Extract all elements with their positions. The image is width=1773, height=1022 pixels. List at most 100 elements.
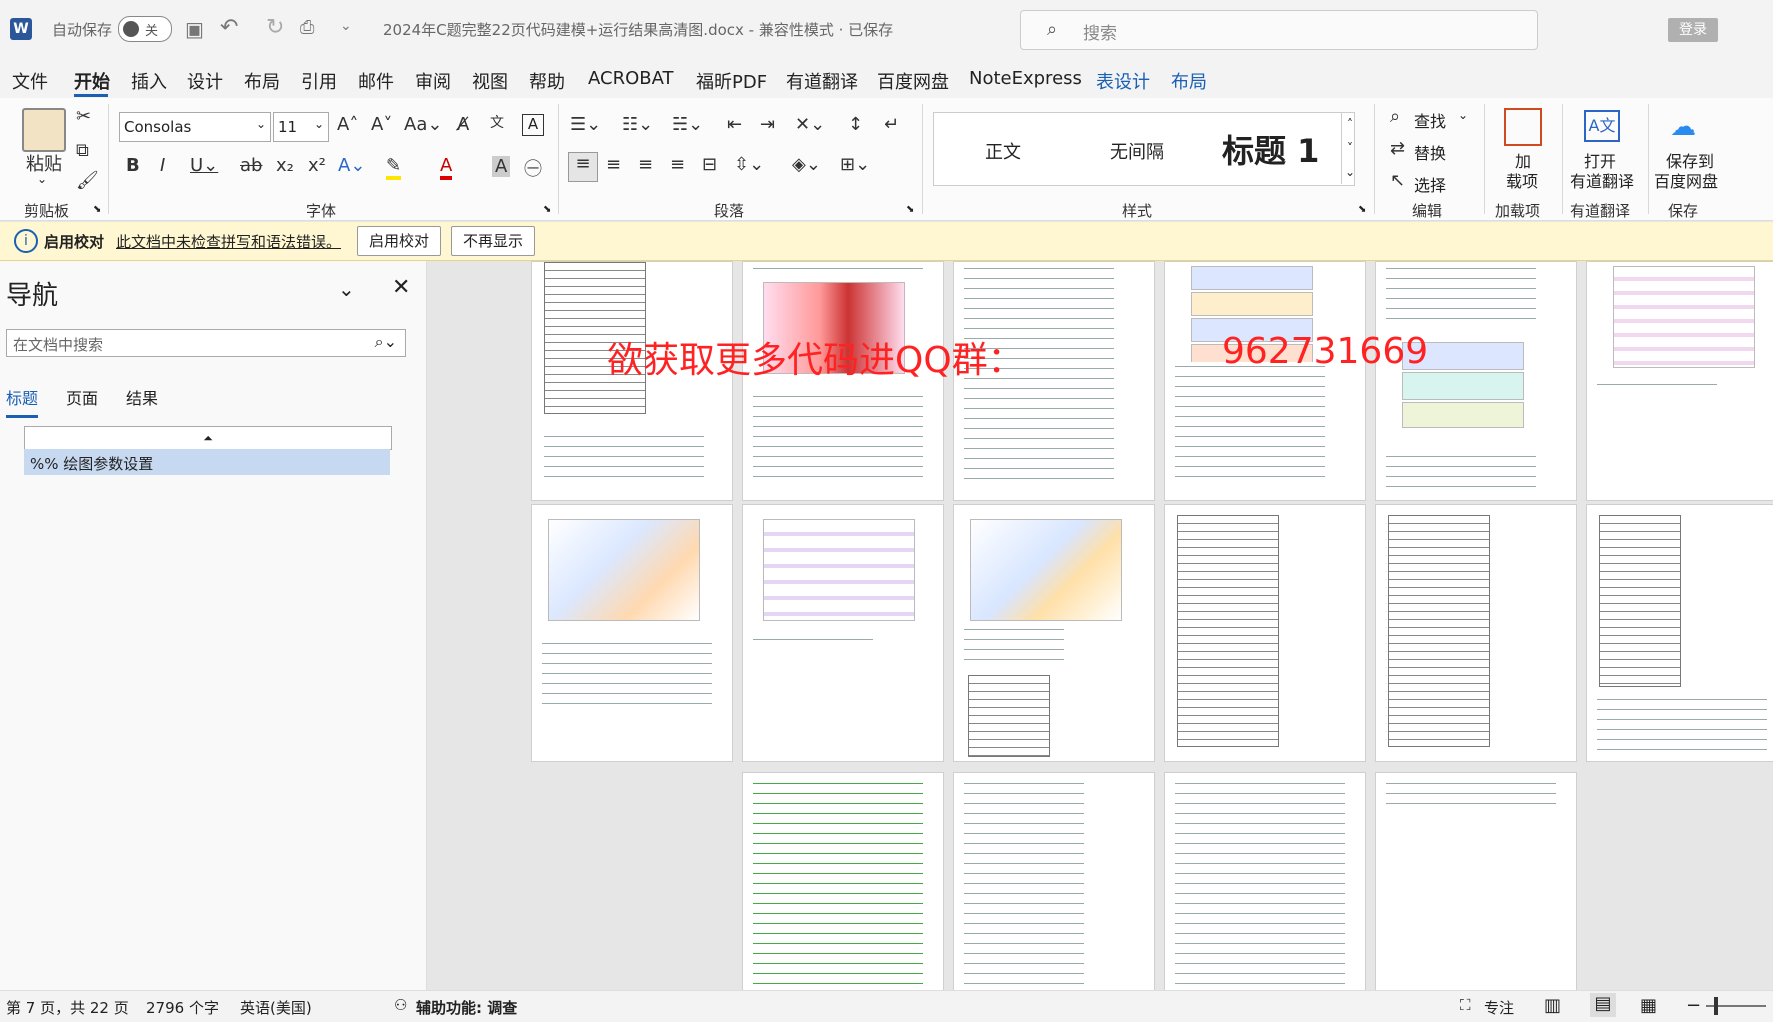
align-center-icon[interactable]: ≡ (606, 154, 621, 175)
bold-icon[interactable]: B (126, 155, 140, 176)
style-heading-1[interactable]: 标题 1 (1222, 126, 1319, 172)
grow-font-icon[interactable]: A˄ (337, 114, 358, 135)
select-icon[interactable]: ↖ (1390, 170, 1405, 191)
replace-icon[interactable]: ⇄ (1390, 138, 1405, 159)
page-thumbnail[interactable] (1586, 261, 1773, 501)
nav-options-icon[interactable]: ⌄ (338, 277, 355, 301)
find-button[interactable]: 查找 (1414, 108, 1446, 132)
copy-icon[interactable]: ⧉ (76, 140, 89, 161)
tab-references[interactable]: 引用 (301, 68, 337, 94)
nav-search-icon[interactable]: ⌕⌄ (375, 332, 397, 352)
print-layout-icon[interactable]: ▤ (1590, 993, 1616, 1017)
tab-baidu[interactable]: 百度网盘 (877, 68, 949, 94)
page-thumbnail[interactable] (953, 772, 1155, 992)
addins-icon[interactable] (1504, 108, 1542, 146)
page-thumbnail[interactable] (1375, 772, 1577, 992)
tab-table-layout[interactable]: 布局 (1171, 68, 1207, 94)
zoom-slider-thumb[interactable] (1714, 997, 1718, 1015)
zoom-out-icon[interactable]: − (1686, 995, 1701, 1016)
align-right-icon[interactable]: ≡ (638, 154, 653, 175)
close-icon[interactable]: ✕ (392, 275, 410, 300)
show-marks-icon[interactable]: ↵ (884, 114, 899, 135)
char-shading-icon[interactable]: A (492, 156, 511, 177)
baidu-netdisk-icon[interactable]: ☁ (1670, 112, 1696, 142)
chinese-layout-icon[interactable]: ✕⌄ (795, 114, 825, 135)
tab-view[interactable]: 视图 (472, 68, 508, 94)
find-icon[interactable]: ⌕ (1390, 106, 1400, 127)
cut-icon[interactable]: ✂ (76, 106, 91, 127)
bullets-icon[interactable]: ☰⌄ (570, 114, 601, 135)
style-normal[interactable]: 正文 (985, 138, 1021, 164)
increase-indent-icon[interactable]: ⇥ (760, 114, 775, 135)
autosave-toggle[interactable]: 关 (118, 16, 172, 42)
font-launcher-icon[interactable]: ⬊ (543, 204, 551, 215)
undo-icon[interactable]: ↶ (220, 15, 238, 40)
login-button[interactable]: 登录 (1668, 18, 1718, 42)
tab-file[interactable]: 文件 (12, 68, 48, 94)
info-message-link[interactable]: 此文档中未检查拼写和语法错误。 (116, 231, 341, 252)
web-layout-icon[interactable]: ▦ (1640, 995, 1657, 1016)
customize-icon[interactable]: ⎙ (300, 17, 314, 38)
focus-mode-button[interactable]: 专注 (1484, 997, 1514, 1018)
select-button[interactable]: 选择 (1414, 172, 1446, 196)
nav-heading-item[interactable]: %% 绘图参数设置 (24, 449, 390, 475)
baidu-line2[interactable]: 百度网盘 (1654, 168, 1718, 192)
addins-line2[interactable]: 载项 (1506, 168, 1538, 192)
decrease-indent-icon[interactable]: ⇤ (727, 114, 742, 135)
page-thumbnail[interactable] (742, 504, 944, 762)
tab-pages[interactable]: 页面 (66, 385, 98, 409)
accessibility-status[interactable]: 辅助功能: 调查 (416, 997, 517, 1018)
tab-design[interactable]: 设计 (187, 68, 223, 94)
format-painter-icon[interactable]: 🖌 (76, 170, 99, 191)
word-count[interactable]: 2796 个字 (146, 997, 219, 1018)
page-thumbnail[interactable] (1164, 772, 1366, 992)
distributed-icon[interactable]: ⊟ (702, 154, 717, 175)
line-spacing-icon[interactable]: ⇳⌄ (734, 154, 764, 175)
redo-icon[interactable]: ↻ (266, 15, 284, 40)
phonetic-guide-icon[interactable]: 文 (490, 112, 504, 132)
styles-launcher-icon[interactable]: ⬊ (1358, 204, 1366, 215)
document-title[interactable]: 2024年C题完整22页代码建模+运行结果高清图.docx - 兼容性模式 · … (383, 19, 893, 40)
char-border-icon[interactable]: A (522, 114, 544, 136)
multilevel-list-icon[interactable]: ☵⌄ (672, 114, 703, 135)
tab-table-design[interactable]: 表设计 (1096, 68, 1150, 94)
tab-mailings[interactable]: 邮件 (358, 68, 394, 94)
qat-more-icon[interactable]: ⌄ (340, 18, 352, 34)
tab-help[interactable]: 帮助 (529, 68, 565, 94)
justify-icon[interactable]: ≡ (670, 154, 685, 175)
italic-icon[interactable]: I (160, 155, 165, 176)
find-dropdown-icon[interactable]: ⌄ (1458, 108, 1468, 122)
tab-foxit-pdf[interactable]: 福昕PDF (696, 68, 767, 94)
paste-dropdown-icon[interactable]: ⌄ (37, 172, 47, 186)
read-mode-icon[interactable]: ▥ (1544, 995, 1561, 1016)
font-name-select[interactable]: Consolas ⌄ (119, 112, 271, 142)
sort-icon[interactable]: ↕ (848, 114, 863, 135)
youdao-translate-icon[interactable]: A文 (1584, 110, 1620, 142)
clear-format-icon[interactable]: A̸ (457, 114, 469, 135)
style-no-spacing[interactable]: 无间隔 (1110, 138, 1164, 164)
tab-results[interactable]: 结果 (126, 385, 158, 409)
text-effects-icon[interactable]: A⌄ (338, 155, 365, 176)
nav-search-input[interactable]: 在文档中搜索 ⌕⌄ (6, 329, 406, 357)
dont-show-again-button[interactable]: 不再显示 (451, 226, 535, 256)
paragraph-launcher-icon[interactable]: ⬊ (906, 204, 914, 215)
underline-icon[interactable]: U⌄ (190, 155, 218, 176)
tab-noteexpress[interactable]: NoteExpress (969, 68, 1082, 89)
shrink-font-icon[interactable]: A˅ (371, 114, 392, 135)
page-thumbnail[interactable] (1164, 261, 1366, 501)
superscript-icon[interactable]: x² (308, 155, 326, 176)
strikethrough-icon[interactable]: ab (240, 155, 262, 176)
shading-icon[interactable]: ◈⌄ (792, 154, 821, 175)
subscript-icon[interactable]: x₂ (276, 155, 294, 176)
language[interactable]: 英语(美国) (240, 997, 312, 1018)
numbering-icon[interactable]: ☷⌄ (622, 114, 653, 135)
page-thumbnail[interactable] (531, 504, 733, 762)
collapse-headings-icon[interactable]: ⏶ (24, 426, 392, 450)
replace-button[interactable]: 替换 (1414, 140, 1446, 164)
tab-insert[interactable]: 插入 (131, 68, 167, 94)
page-count[interactable]: 第 7 页，共 22 页 (6, 997, 129, 1018)
change-case-icon[interactable]: Aa⌄ (404, 114, 442, 135)
tab-headings[interactable]: 标题 (6, 385, 39, 418)
page-thumbnail[interactable] (1375, 504, 1577, 762)
page-thumbnail[interactable] (742, 772, 944, 992)
